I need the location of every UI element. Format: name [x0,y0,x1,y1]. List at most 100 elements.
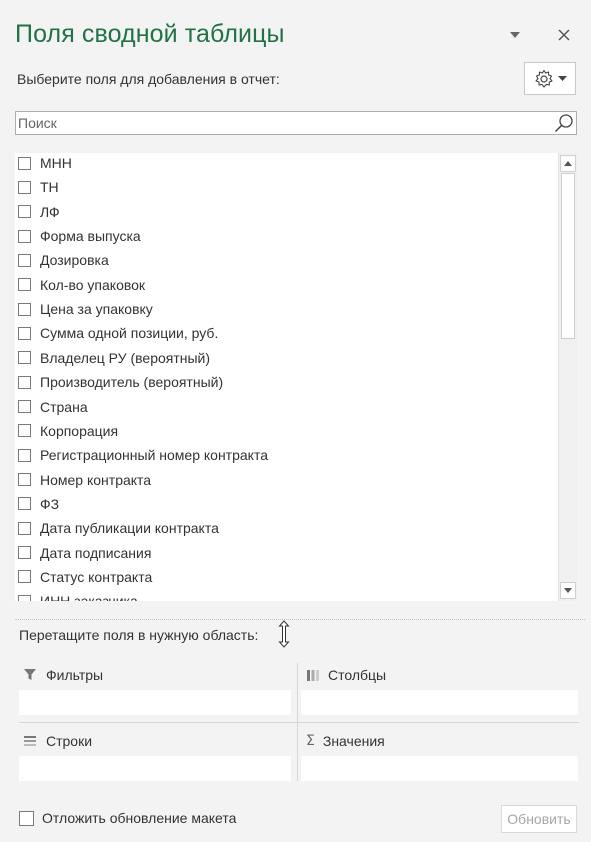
chevron-down-icon [557,76,567,81]
arrow-down-icon [564,588,572,593]
resize-splitter[interactable] [276,619,292,654]
field-label: Дата подписания [40,544,152,561]
field-checkbox[interactable] [18,205,31,219]
columns-area-header: Столбцы [307,667,386,683]
triangle-down-icon [510,32,520,38]
section-divider [15,619,585,620]
field-checkbox[interactable] [18,253,31,267]
field-list-item[interactable]: Цена за упаковку [18,299,153,319]
field-list-item[interactable]: ТН [18,177,59,197]
field-list-item[interactable]: Форма выпуска [18,226,141,246]
filters-area-header: Фильтры [24,667,103,683]
defer-update-option[interactable]: Отложить обновление макета [19,810,236,826]
field-checkbox[interactable] [18,497,31,511]
values-drop-zone[interactable] [301,756,578,781]
scroll-up-button[interactable] [560,155,576,172]
field-list-scrollbar[interactable] [558,153,577,601]
update-button[interactable]: Обновить [501,805,577,833]
scroll-down-button[interactable] [560,582,576,599]
field-list-item[interactable]: Кол-во упаковок [18,275,145,295]
rows-icon [24,736,36,746]
field-checkbox[interactable] [18,302,31,316]
field-list-item[interactable]: Корпорация [18,421,118,441]
defer-update-checkbox[interactable] [19,810,34,826]
field-checkbox[interactable] [18,570,31,584]
values-label: Значения [322,733,385,749]
field-checkbox[interactable] [18,156,31,170]
field-checkbox[interactable] [18,424,31,438]
rows-label: Строки [46,733,93,749]
field-checkbox[interactable] [18,521,31,535]
field-checkbox[interactable] [18,375,31,389]
field-label: Страна [40,398,88,415]
field-label: Дозировка [40,252,109,269]
field-list-item[interactable]: Владелец РУ (вероятный) [18,348,210,368]
field-list-item[interactable]: Статус контракта [18,567,152,587]
field-list-item[interactable]: ИНН заказчика [18,591,138,601]
values-area-header: Σ Значения [306,733,385,749]
field-label: Цена за упаковку [40,301,153,318]
rows-drop-zone[interactable] [19,756,291,781]
field-list-item[interactable]: Регистрационный номер контракта [18,445,268,465]
panel-options-dropdown[interactable] [504,24,526,46]
field-label: Кол-во упаковок [40,276,146,293]
field-label: МНН [40,155,72,171]
scroll-thumb[interactable] [561,173,575,339]
field-list-item[interactable]: Номер контракта [18,470,151,490]
field-label: ИНН заказчика [40,593,138,601]
panel-subtitle: Выберите поля для добавления в отчет: [17,71,280,87]
panel-title: Поля сводной таблицы [15,20,285,48]
field-checkbox[interactable] [18,180,31,194]
field-label: Регистрационный номер контракта [40,447,268,464]
field-list: МНН ТН ЛФ Форма выпуска Дозировка Кол-во упак… [15,153,577,601]
field-checkbox[interactable] [18,473,31,487]
field-list-item[interactable]: Дозировка [18,250,109,270]
field-checkbox[interactable] [18,400,31,413]
gear-icon [534,69,553,88]
field-checkbox[interactable] [18,546,31,560]
field-label: ФЗ [40,495,60,512]
columns-drop-zone[interactable] [301,690,578,715]
field-label: Производитель (вероятный) [40,374,224,391]
rows-area-header: Строки [24,733,92,749]
field-label: Форма выпуска [40,228,141,245]
field-checkbox[interactable] [18,351,31,365]
area-horizontal-divider [19,722,579,723]
field-label: Владелец РУ (вероятный) [40,349,211,366]
defer-update-label: Отложить обновление макета [42,810,237,826]
field-label: Статус контракта [40,568,153,585]
field-list-item[interactable]: ЛФ [18,202,60,222]
field-checkbox[interactable] [18,594,31,601]
sigma-icon: Σ [306,733,315,749]
field-label: Номер контракта [40,471,152,488]
columns-label: Столбцы [328,667,387,683]
field-label: Дата публикации контракта [40,520,219,537]
filters-label: Фильтры [46,667,104,683]
drag-hint: Перетащите поля в нужную область: [19,627,259,643]
field-label: ТН [40,179,59,196]
field-label: Корпорация [40,422,119,439]
search-input[interactable] [16,112,538,134]
field-checkbox[interactable] [18,278,31,292]
search-icon[interactable] [554,113,574,133]
field-label: ЛФ [40,203,60,220]
field-label: Сумма одной позиции, руб. [40,325,219,342]
filters-drop-zone[interactable] [19,690,291,715]
search-box [15,111,577,135]
tools-button[interactable] [524,62,576,95]
close-button[interactable] [553,24,575,46]
field-checkbox[interactable] [18,448,31,462]
field-checkbox[interactable] [18,229,31,243]
close-icon [558,29,570,41]
field-list-item[interactable]: Производитель (вероятный) [18,372,223,392]
field-list-item[interactable]: ФЗ [18,494,59,514]
field-list-item[interactable]: Дата публикации контракта [18,518,219,538]
filter-icon [24,669,36,680]
field-list-item[interactable]: Сумма одной позиции, руб. [18,323,218,343]
field-list-item[interactable]: Дата подписания [18,543,151,563]
field-list-item[interactable]: Страна [18,397,88,417]
columns-icon [307,669,319,681]
field-checkbox[interactable] [18,326,31,340]
field-list-item[interactable]: МНН [18,153,72,173]
vertical-resize-icon [278,620,290,648]
